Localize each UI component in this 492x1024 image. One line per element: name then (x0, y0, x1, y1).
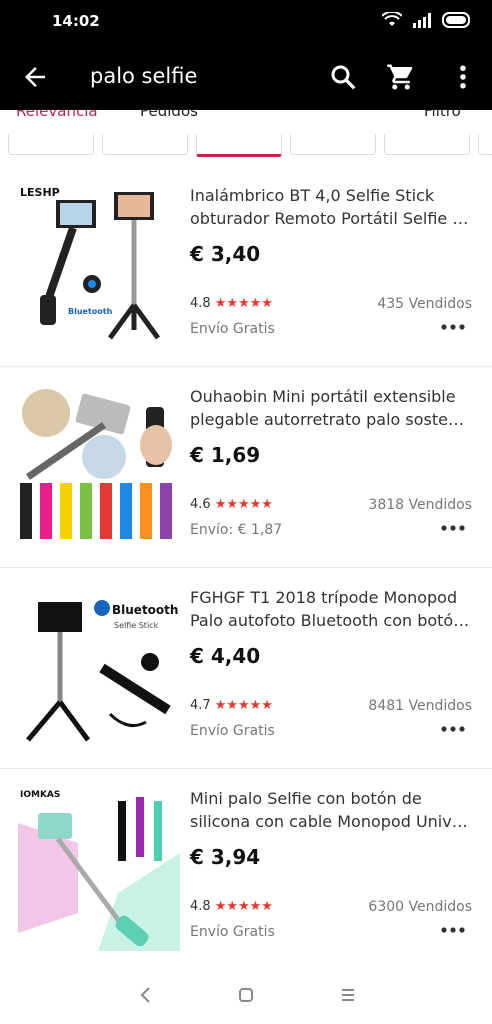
back-arrow-icon[interactable] (20, 62, 50, 92)
status-icons (382, 12, 472, 28)
product-rating: 4.7 ★★★★★ (190, 698, 273, 713)
product-card[interactable]: Ouhaobin Mini portátil extensible plegab… (0, 367, 492, 568)
wifi-icon (382, 12, 402, 26)
battery-icon (442, 12, 470, 28)
filter-chip[interactable] (384, 134, 470, 155)
more-horiz-icon[interactable] (440, 722, 466, 736)
product-title[interactable]: FGHGF T1 2018 trípode Monopod Palo autof… (190, 586, 474, 632)
status-time: 14:02 (52, 12, 100, 30)
product-image[interactable] (18, 381, 180, 549)
product-rating: 4.8 ★★★★★ (190, 296, 273, 311)
more-horiz-icon[interactable] (440, 923, 466, 937)
sold-count: 6300 Vendidos (368, 899, 472, 915)
product-image[interactable]: Bluetooth Selfie Stick (18, 582, 180, 750)
brand-logo: Bluetooth (112, 603, 178, 617)
rating-value: 4.6 (190, 497, 211, 512)
product-title[interactable]: Inalámbrico BT 4,0 Selfie Stick obturado… (190, 184, 474, 230)
filter-chip[interactable] (102, 134, 188, 155)
product-card[interactable]: Bluetooth Selfie Stick FGHGF T1 2018 trí… (0, 568, 492, 769)
sold-count: 3818 Vendidos (368, 497, 472, 513)
product-rating: 4.6 ★★★★★ (190, 497, 273, 512)
star-rating-icon: ★★★★★ (214, 698, 273, 713)
product-card[interactable]: LESHP Bluetooth Inalámbrico BT 4,0 Selfi… (0, 166, 492, 367)
product-card[interactable]: IOMKAS Mini palo Selfie con botón de sil… (0, 769, 492, 970)
product-list: LESHP Bluetooth Inalámbrico BT 4,0 Selfi… (0, 166, 492, 970)
status-bar: 14:02 (0, 0, 492, 44)
shipping-info: Envío Gratis (190, 723, 275, 739)
product-price: € 4,40 (190, 644, 261, 668)
star-rating-icon: ★★★★★ (214, 899, 273, 914)
rating-value: 4.8 (190, 899, 211, 914)
search-icon[interactable] (328, 62, 358, 92)
search-query[interactable]: palo selfie (90, 64, 197, 88)
tab-filtro[interactable]: Filtro (424, 110, 461, 120)
filter-chip[interactable] (478, 134, 492, 155)
product-image[interactable]: IOMKAS (18, 783, 180, 951)
star-rating-icon: ★★★★★ (214, 497, 273, 512)
sort-tabs: Relevancia Pedidos Filtro (0, 110, 492, 122)
rating-value: 4.8 (190, 296, 211, 311)
nav-recents-icon[interactable] (335, 982, 361, 1008)
product-title[interactable]: Ouhaobin Mini portátil extensible plegab… (190, 385, 474, 431)
tab-relevancia[interactable]: Relevancia (16, 110, 98, 120)
more-vert-icon[interactable] (448, 62, 478, 92)
cart-icon[interactable] (386, 62, 416, 92)
sold-count: 8481 Vendidos (368, 698, 472, 714)
search-app-bar: palo selfie (0, 44, 492, 110)
product-price: € 1,69 (190, 443, 261, 467)
signal-icon (413, 13, 431, 28)
more-horiz-icon[interactable] (440, 320, 466, 334)
product-image[interactable]: LESHP Bluetooth (18, 180, 180, 348)
rating-value: 4.7 (190, 698, 211, 713)
shipping-info: Envío Gratis (190, 924, 275, 940)
tab-pedidos[interactable]: Pedidos (140, 110, 198, 120)
filter-chips (0, 122, 492, 167)
brand-logo: IOMKAS (20, 790, 60, 800)
product-title[interactable]: Mini palo Selfie con botón de silicona c… (190, 787, 474, 833)
nav-home-icon[interactable] (233, 982, 259, 1008)
nav-back-icon[interactable] (133, 982, 159, 1008)
more-horiz-icon[interactable] (440, 521, 466, 535)
shipping-info: Envío Gratis (190, 321, 275, 337)
product-price: € 3,94 (190, 845, 261, 869)
filter-chip-active[interactable] (196, 134, 282, 157)
star-rating-icon: ★★★★★ (214, 296, 273, 311)
sold-count: 435 Vendidos (377, 296, 472, 312)
shipping-info: Envío: € 1,87 (190, 522, 283, 538)
product-price: € 3,40 (190, 242, 261, 266)
brand-logo: LESHP (20, 186, 60, 199)
filter-chip[interactable] (8, 134, 94, 155)
filter-chip[interactable] (290, 134, 376, 155)
svg-text:Selfie Stick: Selfie Stick (114, 621, 159, 630)
product-rating: 4.8 ★★★★★ (190, 899, 273, 914)
svg-text:Bluetooth: Bluetooth (68, 307, 113, 316)
system-nav-bar (0, 968, 492, 1024)
